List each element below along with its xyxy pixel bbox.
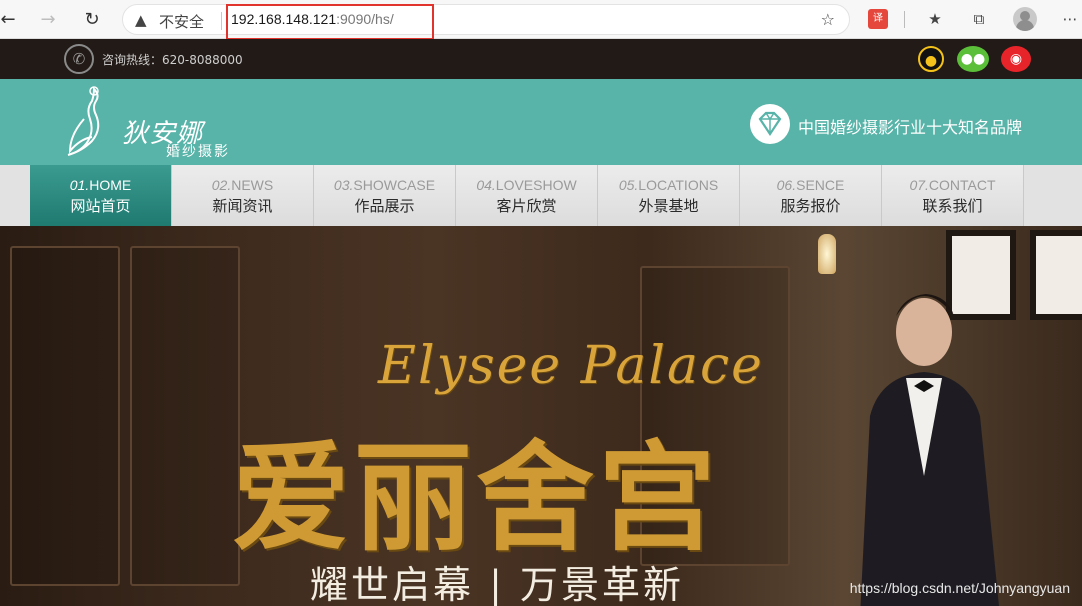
nav-en: HOME (89, 177, 132, 193)
browser-toolbar: ← → ↻ ▲ 不安全 192.168.148.121:9090/hs/ ☆ 译… (0, 0, 1082, 40)
nav-item-sence[interactable]: 06.SENCE 服务报价 (740, 165, 882, 226)
banner-title: 爱丽舍宫 (232, 428, 721, 567)
forward-icon[interactable]: → (36, 8, 60, 32)
back-icon[interactable]: ← (0, 8, 20, 32)
address-bar[interactable]: ▲ 不安全 192.168.148.121:9090/hs/ ☆ (122, 4, 850, 40)
nav-cn: 服务报价 (780, 197, 841, 215)
nav-item-home[interactable]: 01.HOME 网站首页 (30, 165, 172, 226)
qq-icon[interactable]: ● (918, 46, 944, 72)
nav-num: 01. (69, 177, 90, 193)
nav-cn: 作品展示 (354, 197, 415, 215)
nav-cn: 客片欣赏 (496, 197, 557, 215)
wechat-icon[interactable]: ●● (957, 46, 989, 72)
nav-num: 04. (476, 177, 496, 193)
groom-figure (860, 294, 999, 606)
banner-subtitle: 耀世启幕 | 万景革新 (310, 563, 684, 606)
nav-en: CONTACT (928, 177, 996, 193)
nav-cn: 外景基地 (638, 197, 699, 215)
nav-item-locations[interactable]: 05.LOCATIONS 外景基地 (598, 165, 740, 226)
nav-num: 03. (333, 177, 354, 193)
weibo-icon[interactable]: ◉ (1001, 46, 1031, 72)
url-host: 192.168.148.121 (231, 11, 337, 27)
nav-cn: 联系我们 (922, 197, 983, 215)
watermark-text: https://blog.csdn.net/Johnyangyuan (849, 580, 1070, 596)
nav-num: 06. (776, 177, 797, 193)
url-text[interactable]: 192.168.148.121:9090/hs/ (231, 11, 394, 27)
bride-logo-icon[interactable] (64, 85, 120, 161)
extension-icon[interactable]: 译 (868, 9, 888, 29)
nav-en: LOVESHOW (495, 177, 577, 193)
nav-item-showcase[interactable]: 03.SHOWCASE 作品展示 (314, 165, 456, 226)
nav-en: LOCATIONS (638, 177, 719, 193)
nav-num: 02. (211, 177, 232, 193)
nav-num: 05. (618, 177, 639, 193)
wall-lamp (818, 234, 836, 274)
nav-num: 07. (909, 177, 929, 193)
banner-script-title: Elysee Palace (378, 336, 764, 396)
nav-item-news[interactable]: 02.NEWS 新闻资讯 (172, 165, 314, 226)
add-favorite-icon[interactable]: ☆ (821, 10, 835, 29)
nav-item-loveshow[interactable]: 04.LOVESHOW 客片欣赏 (456, 165, 598, 226)
profile-avatar[interactable] (1013, 7, 1037, 31)
warning-icon: ▲ (135, 11, 147, 29)
site-header: 狄安娜 婚纱摄影 中国婚纱摄影行业十大知名品牌 (0, 79, 1082, 165)
top-info-bar: ✆ 咨询热线：620-8088000 ● ●● ◉ (0, 39, 1082, 79)
wall-panel (130, 246, 240, 586)
diamond-icon (750, 104, 790, 144)
nav-en: SENCE (796, 177, 845, 193)
more-menu-icon[interactable]: ⋯ (1060, 9, 1080, 29)
hero-banner[interactable]: Elysee Palace 爱丽舍宫 耀世启幕 | 万景革新 https://b… (0, 226, 1082, 606)
nav-cn: 新闻资讯 (212, 197, 273, 215)
wall-panel (10, 246, 120, 586)
brand-slogan: 中国婚纱摄影行业十大知名品牌 (798, 118, 1023, 137)
insecure-label: 不安全 (159, 13, 205, 31)
main-nav: 01.HOME 网站首页 02.NEWS 新闻资讯 03.SHOWCASE 作品… (0, 165, 1082, 226)
url-path: :9090/hs/ (336, 11, 394, 27)
reload-icon[interactable]: ↻ (80, 8, 104, 32)
phone-icon: ✆ (64, 44, 94, 74)
nav-cn: 网站首页 (70, 197, 131, 215)
logo-subtitle: 婚纱摄影 (166, 144, 230, 160)
nav-en: NEWS (231, 177, 274, 193)
favorites-icon[interactable]: ★ (925, 9, 945, 29)
nav-item-contact[interactable]: 07.CONTACT 联系我们 (882, 165, 1024, 226)
toolbar-divider (904, 11, 905, 28)
hotline-text: 咨询热线：620-8088000 (102, 53, 243, 67)
nav-en: SHOWCASE (353, 177, 436, 193)
collections-icon[interactable]: ⧉ (969, 9, 989, 29)
address-separator (221, 12, 222, 30)
